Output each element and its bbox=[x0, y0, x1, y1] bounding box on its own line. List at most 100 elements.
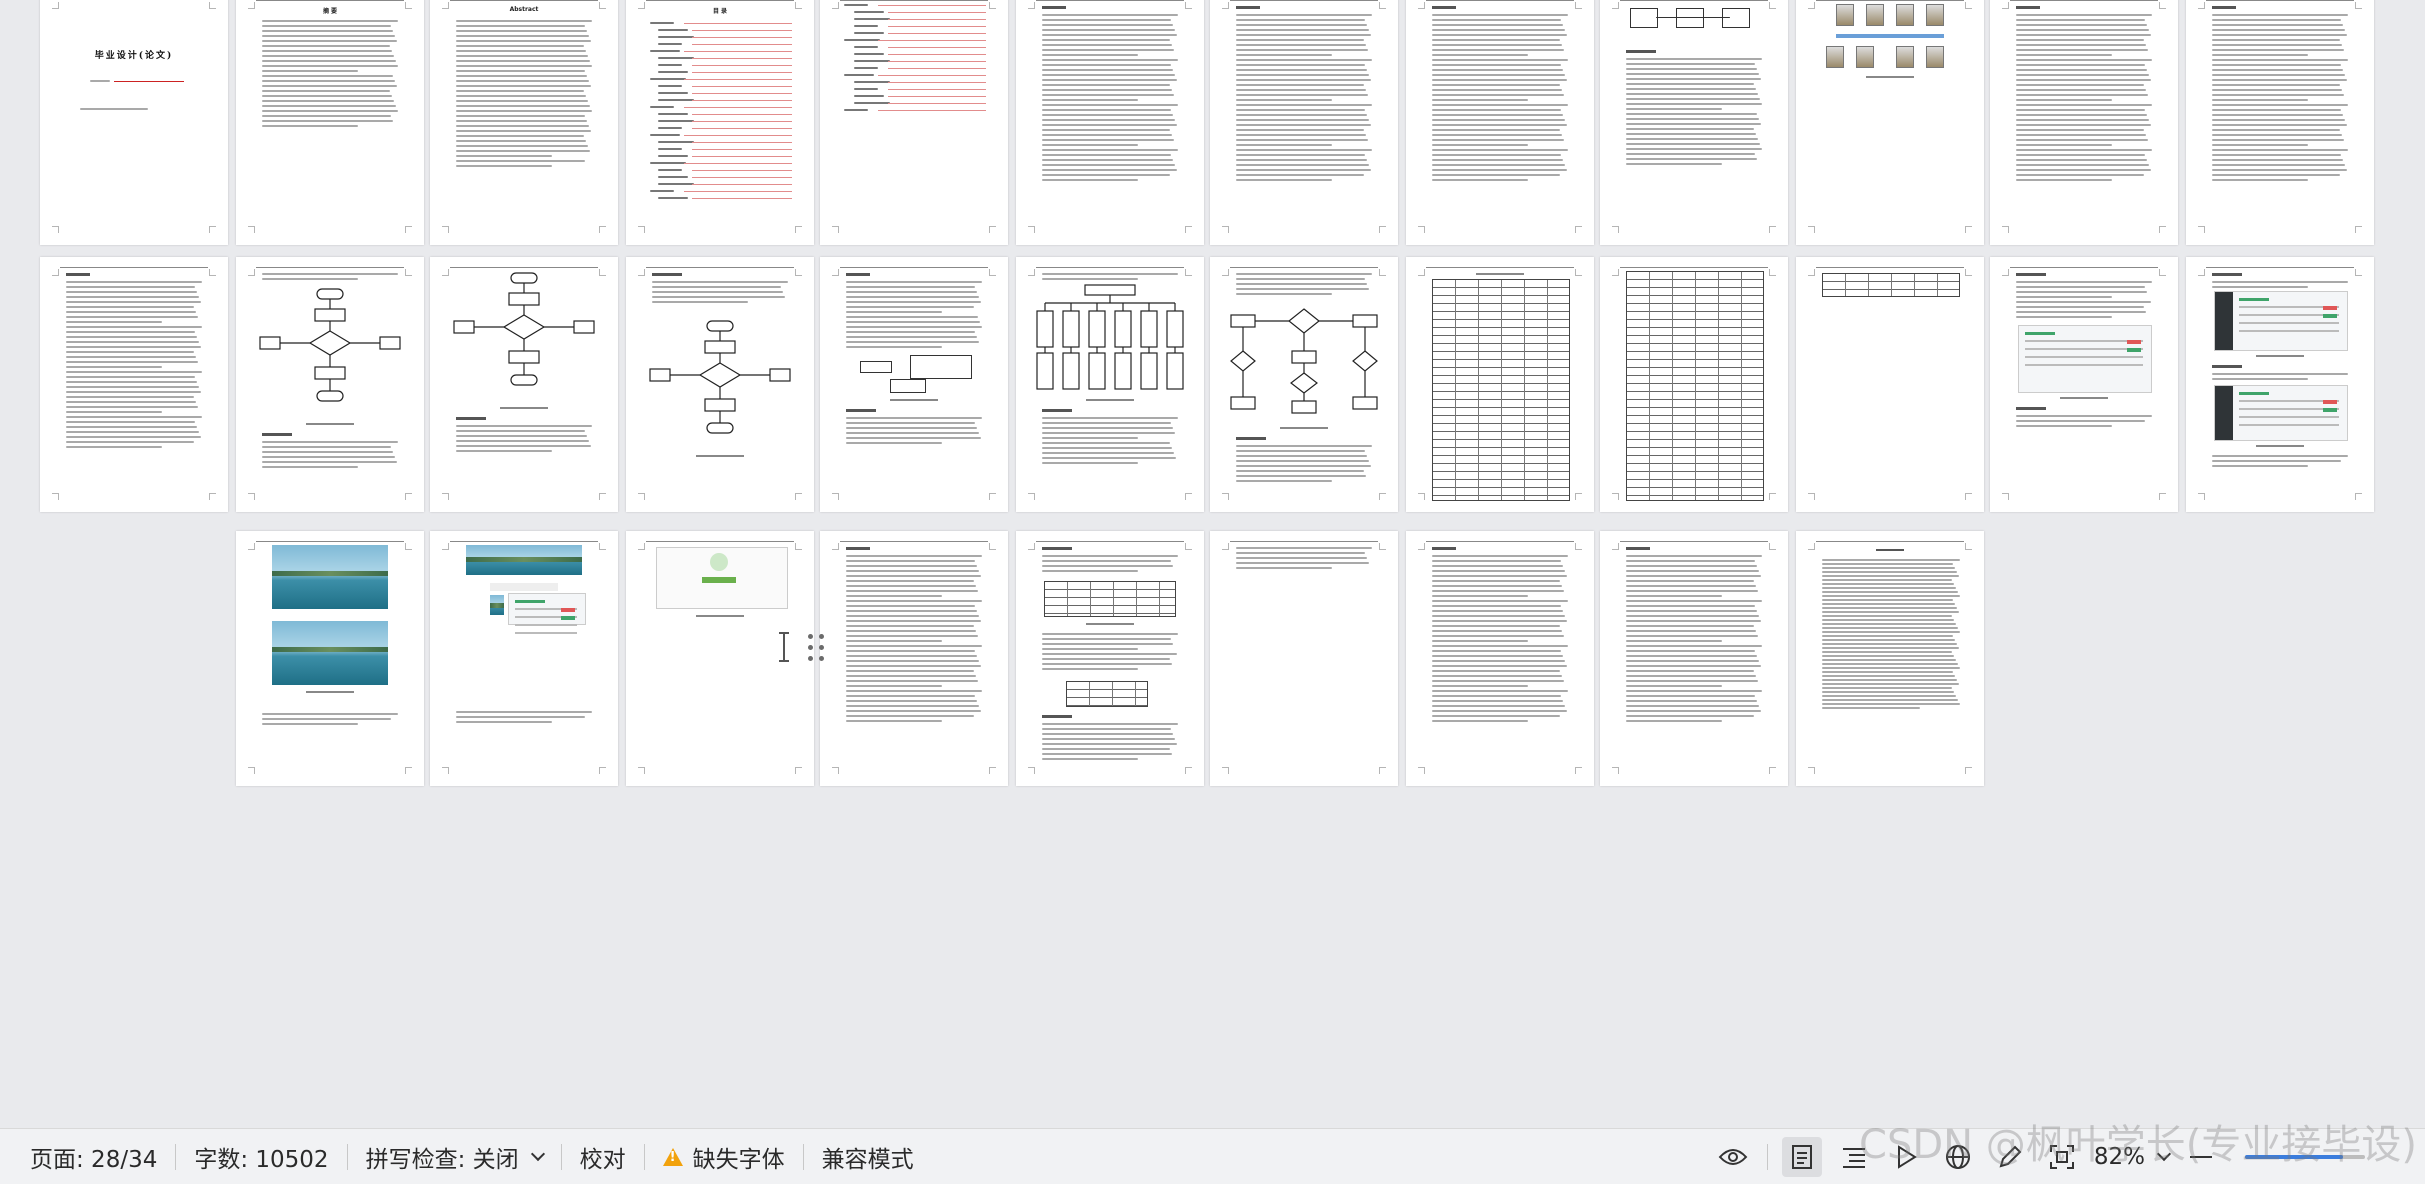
document-page-thumbnail[interactable] bbox=[1210, 531, 1398, 786]
outline-icon[interactable] bbox=[1834, 1137, 1874, 1177]
missing-font-button[interactable]: 缺失字体 bbox=[645, 1129, 803, 1184]
document-page-thumbnail[interactable] bbox=[820, 257, 1008, 512]
word-count[interactable]: 字数: 10502 bbox=[176, 1129, 346, 1184]
document-page-thumbnail[interactable] bbox=[1796, 257, 1984, 512]
text-line bbox=[1236, 283, 1367, 285]
text-line bbox=[1236, 59, 1372, 61]
text-line bbox=[1626, 645, 1762, 647]
button-thumb bbox=[2127, 348, 2141, 352]
document-page-thumbnail[interactable] bbox=[430, 531, 618, 786]
text-line bbox=[1432, 690, 1568, 692]
document-page-thumbnail[interactable] bbox=[1990, 257, 2178, 512]
toc-leader bbox=[692, 149, 792, 150]
document-page-thumbnail[interactable] bbox=[1600, 531, 1788, 786]
page-corner-mark bbox=[832, 767, 839, 774]
document-page-thumbnail[interactable] bbox=[430, 257, 618, 512]
drag-handle-icon[interactable] bbox=[808, 634, 828, 664]
spellcheck-dropdown[interactable]: 拼写检查: 关闭 bbox=[348, 1129, 561, 1184]
document-page-thumbnail[interactable]: 摘 要 bbox=[236, 0, 424, 245]
page-indicator[interactable]: 页面: 28/34 bbox=[0, 1129, 175, 1184]
document-page-thumbnail[interactable] bbox=[820, 531, 1008, 786]
heading bbox=[1236, 6, 1260, 9]
text-line bbox=[456, 100, 588, 102]
server-icon bbox=[1896, 4, 1914, 26]
toc-entry bbox=[854, 11, 884, 13]
document-page-thumbnail[interactable] bbox=[1600, 0, 1788, 245]
page-corner-mark bbox=[52, 269, 59, 276]
document-page-thumbnail[interactable]: 毕业设计(论文) bbox=[40, 0, 228, 245]
text-line bbox=[1626, 113, 1757, 115]
text-line bbox=[1626, 680, 1758, 682]
toc-entry bbox=[658, 113, 688, 115]
document-page-thumbnail[interactable] bbox=[2186, 257, 2374, 512]
document-page-thumbnail[interactable] bbox=[626, 257, 814, 512]
text-line bbox=[456, 95, 586, 97]
document-page-thumbnail[interactable] bbox=[1796, 531, 1984, 786]
text-line bbox=[846, 336, 977, 338]
document-page-thumbnail[interactable] bbox=[1016, 257, 1204, 512]
document-page-thumbnail[interactable]: Abstract bbox=[430, 0, 618, 245]
document-page-thumbnail[interactable] bbox=[236, 531, 424, 786]
text-line bbox=[2016, 114, 2147, 116]
document-page-thumbnail[interactable] bbox=[1210, 0, 1398, 245]
text-line bbox=[1432, 620, 1567, 622]
text-line bbox=[1822, 675, 1955, 677]
document-page-thumbnail[interactable] bbox=[1406, 531, 1594, 786]
text-line bbox=[1042, 723, 1178, 725]
document-page-thumbnail[interactable] bbox=[1990, 0, 2178, 245]
text-line bbox=[846, 321, 980, 323]
document-page-thumbnail[interactable]: 目 录 bbox=[626, 0, 814, 245]
toc-leader bbox=[692, 58, 792, 59]
text-line bbox=[1042, 753, 1172, 755]
document-page-thumbnail[interactable] bbox=[1016, 0, 1204, 245]
zoom-out-icon[interactable] bbox=[2181, 1137, 2221, 1177]
text-line bbox=[1626, 98, 1760, 100]
fit-icon[interactable] bbox=[2042, 1137, 2082, 1177]
text-line bbox=[846, 615, 979, 617]
text-line bbox=[2212, 455, 2348, 457]
document-page-thumbnail[interactable] bbox=[1406, 257, 1594, 512]
text-line bbox=[652, 281, 788, 283]
document-page-thumbnail[interactable] bbox=[1210, 257, 1398, 512]
document-page-thumbnail[interactable] bbox=[1600, 257, 1788, 512]
document-page-thumbnail[interactable] bbox=[1016, 531, 1204, 786]
document-page-thumbnail[interactable] bbox=[236, 257, 424, 512]
text-line bbox=[2212, 460, 2341, 462]
pen-icon[interactable] bbox=[1990, 1137, 2030, 1177]
proofread-button[interactable]: 校对 bbox=[562, 1129, 644, 1184]
document-workspace[interactable]: 毕业设计(论文) 摘 要 Abstract 目 录 bbox=[0, 0, 2425, 1128]
row-thumb bbox=[2025, 356, 2143, 358]
text-line bbox=[1432, 89, 1562, 91]
text-line bbox=[1432, 595, 1528, 597]
page-corner-mark bbox=[1808, 226, 1815, 233]
document-page-thumbnail[interactable] bbox=[820, 0, 1008, 245]
text-line bbox=[652, 301, 748, 303]
text-line bbox=[90, 80, 110, 82]
zoom-slider[interactable] bbox=[2245, 1154, 2365, 1159]
page-header-rule bbox=[256, 0, 404, 1]
page-corner-mark bbox=[1028, 493, 1035, 500]
document-page-thumbnail[interactable] bbox=[2186, 0, 2374, 245]
text-line bbox=[846, 590, 978, 592]
eye-icon[interactable] bbox=[1713, 1137, 1753, 1177]
zoom-dropdown[interactable]: 82% bbox=[2088, 1129, 2175, 1184]
toc-entry bbox=[658, 197, 688, 199]
text-line bbox=[1822, 563, 1953, 565]
text-line bbox=[456, 135, 584, 137]
text-line bbox=[1432, 645, 1568, 647]
document-page-thumbnail[interactable] bbox=[1796, 0, 1984, 245]
document-page-thumbnail[interactable] bbox=[1406, 0, 1594, 245]
page-header-rule bbox=[840, 267, 988, 268]
heading bbox=[1042, 6, 1066, 9]
page-view-icon[interactable] bbox=[1781, 1136, 1822, 1177]
document-page-thumbnail[interactable] bbox=[626, 531, 814, 786]
play-icon[interactable] bbox=[1886, 1137, 1926, 1177]
document-page-thumbnail[interactable] bbox=[40, 257, 228, 512]
text-line bbox=[2212, 114, 2343, 116]
text-line bbox=[2212, 149, 2348, 151]
web-icon[interactable] bbox=[1938, 1137, 1978, 1177]
network-link bbox=[1656, 17, 1730, 18]
toc-leader bbox=[888, 54, 986, 55]
text-line bbox=[456, 430, 585, 432]
page-header-rule bbox=[1426, 0, 1574, 1]
